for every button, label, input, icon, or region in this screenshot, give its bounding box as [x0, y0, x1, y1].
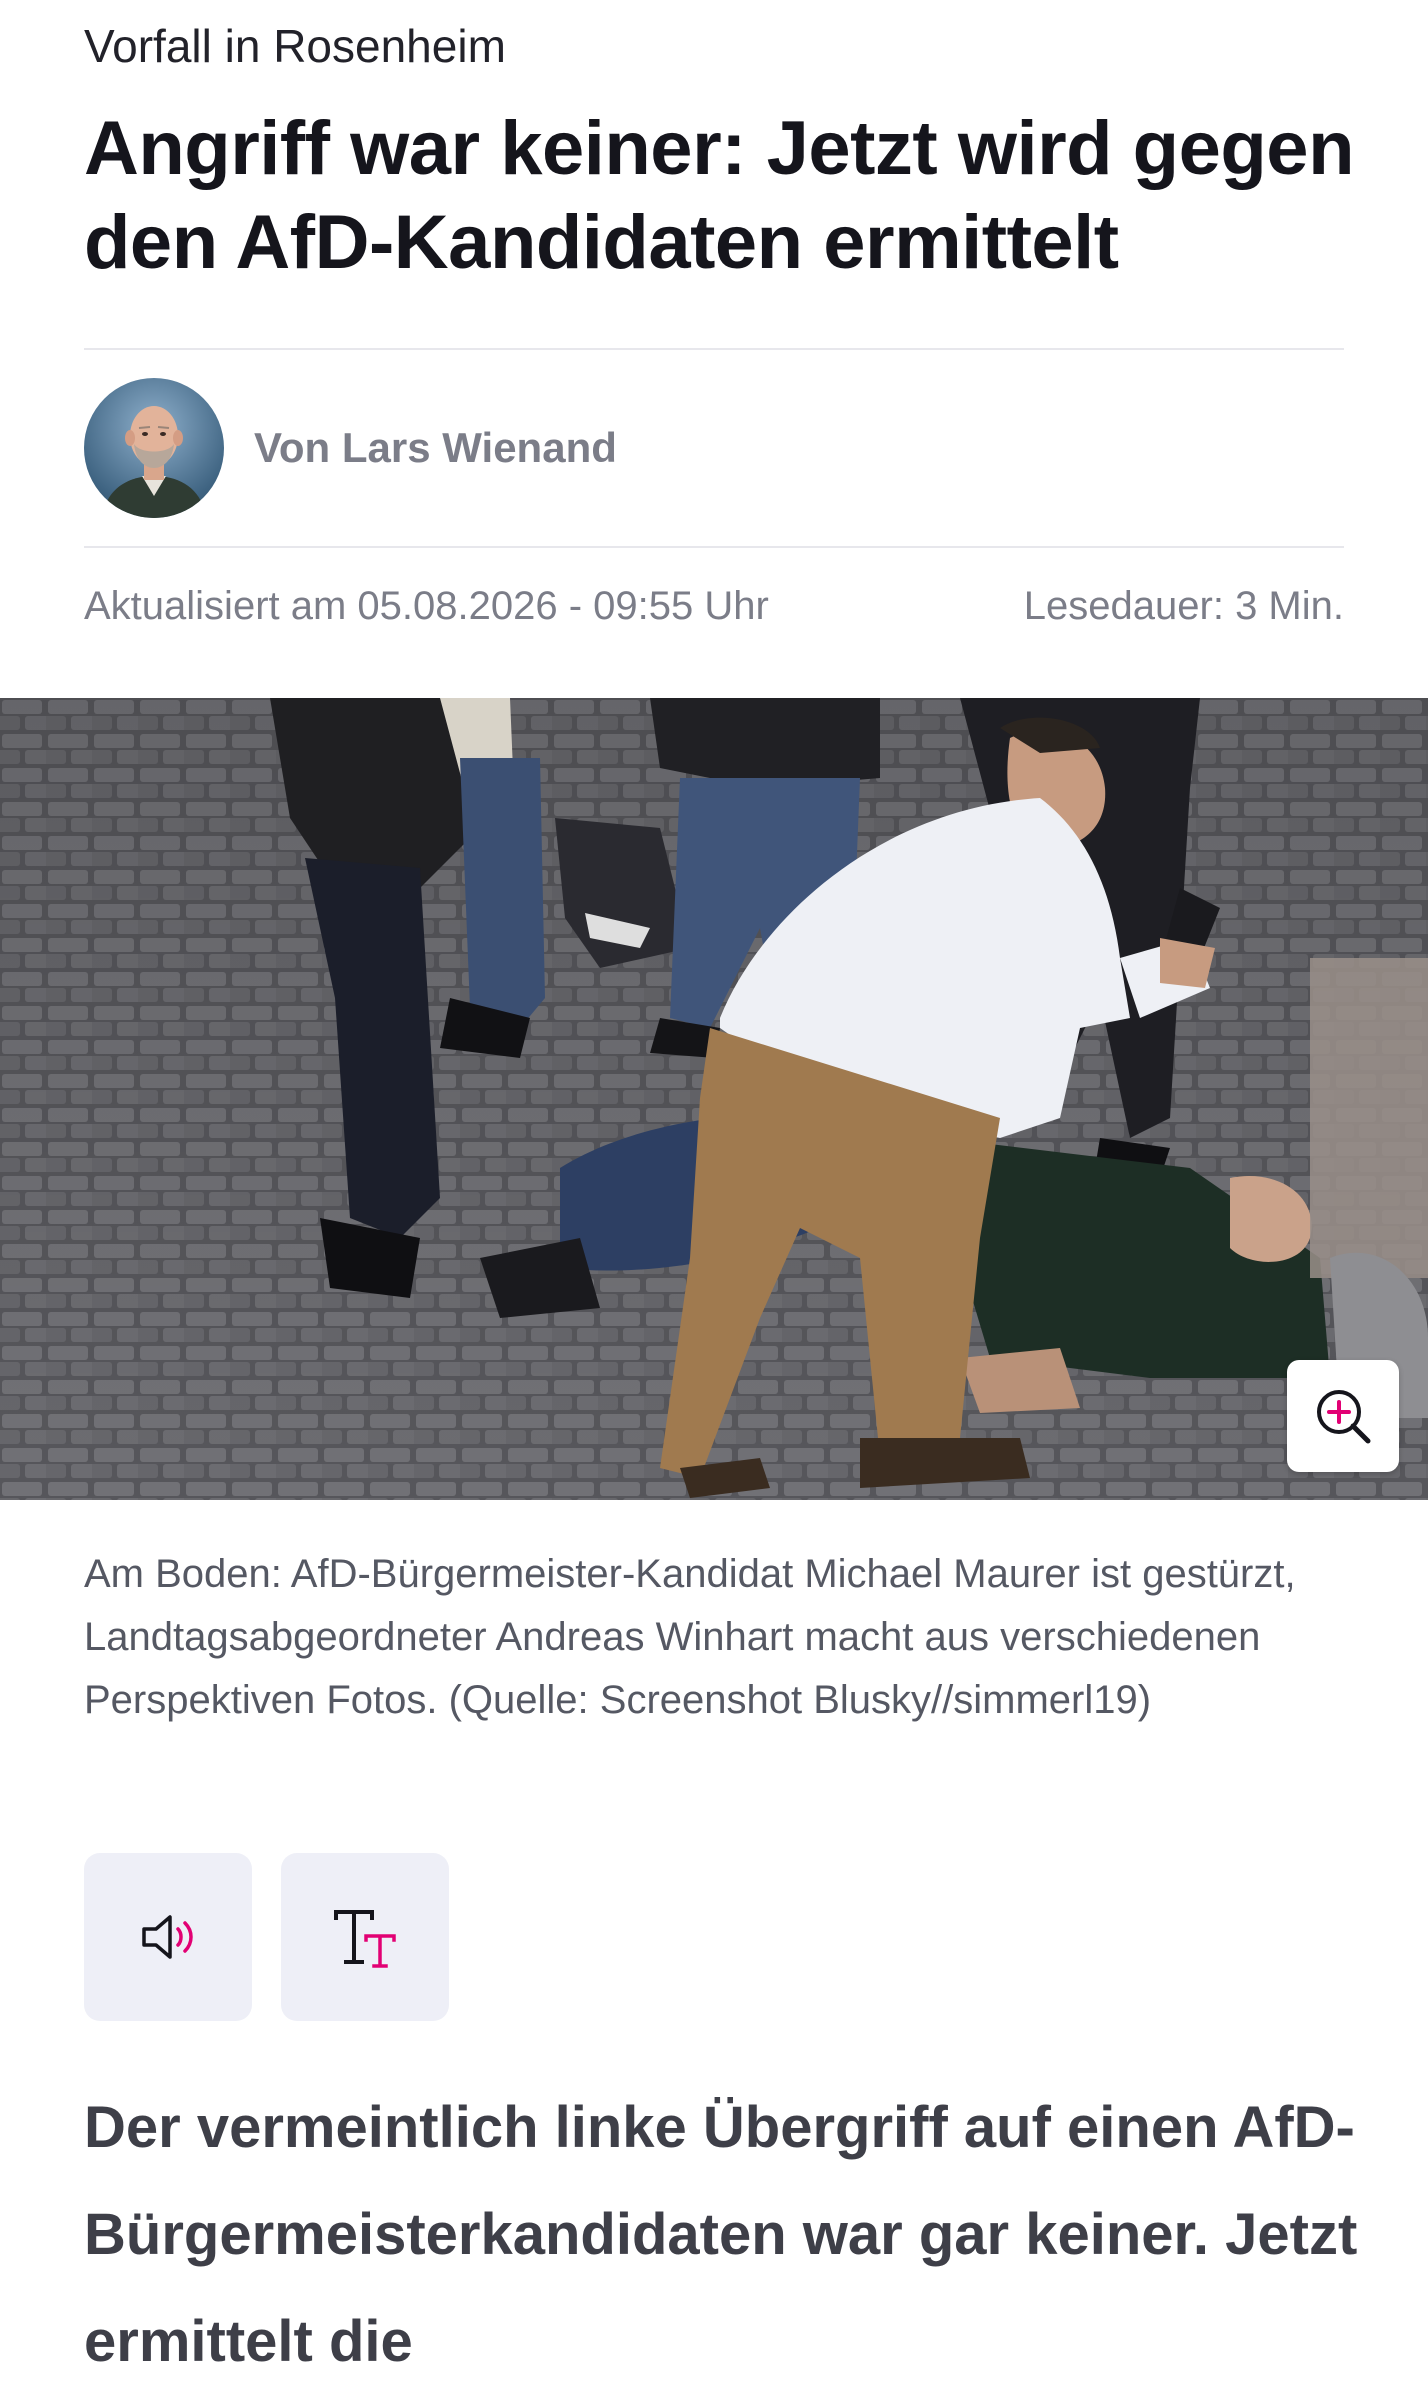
divider	[84, 348, 1344, 350]
article-headline: Angriff war keiner: Jetzt wird gegen den…	[84, 106, 1355, 285]
author-byline[interactable]: Von Lars Wienand	[84, 378, 617, 518]
article-photo[interactable]	[0, 698, 1428, 1500]
zoom-button[interactable]	[1287, 1360, 1399, 1472]
article-kicker: Vorfall in Rosenheim	[84, 20, 506, 72]
text-size-button[interactable]	[281, 1853, 449, 2021]
author-name[interactable]: Von Lars Wienand	[254, 424, 617, 472]
text-size-icon	[334, 1910, 396, 1968]
author-avatar[interactable]	[84, 378, 224, 518]
article-lead: Der vermeintlich linke Übergriff auf ein…	[84, 2095, 1358, 2374]
speaker-icon	[142, 1915, 193, 1959]
divider	[84, 546, 1344, 548]
zoom-in-icon	[1317, 1390, 1371, 1444]
reading-time: Lesedauer: 3 Min.	[1023, 584, 1344, 628]
article-page: Vorfall in Rosenheim Angriff war keiner:…	[0, 0, 1428, 2408]
read-aloud-button[interactable]	[84, 1853, 252, 2021]
article-meta: Aktualisiert am 05.08.2026 - 09:55 Uhr L…	[84, 580, 1344, 632]
updated-timestamp: Aktualisiert am 05.08.2026 - 09:55 Uhr	[84, 584, 769, 628]
photo-caption: Am Boden: AfD-Bürgermeister-Kandidat Mic…	[84, 1552, 1296, 1722]
